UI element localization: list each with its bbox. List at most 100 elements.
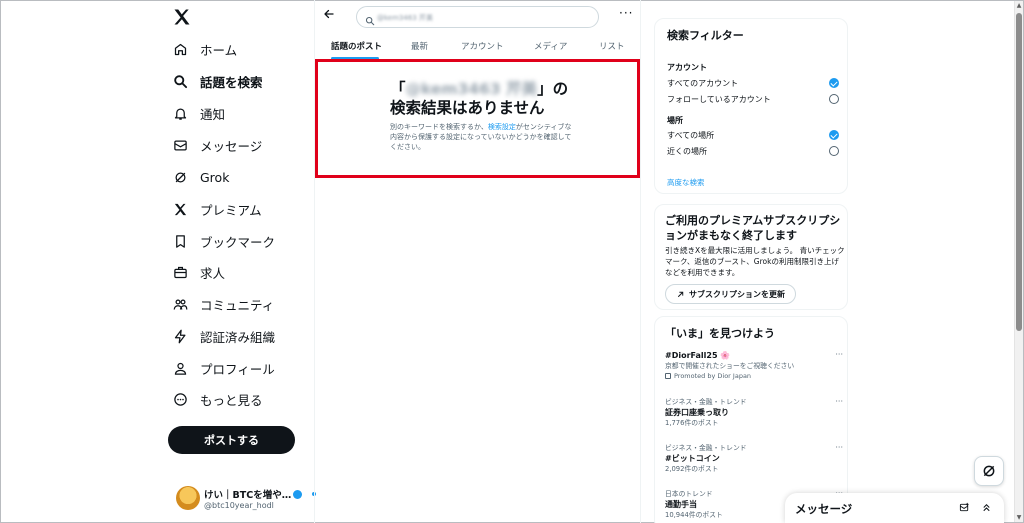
scroll-down-arrow-icon[interactable]: ▼ xyxy=(1015,514,1023,521)
filter-title: 検索フィルター xyxy=(667,29,744,42)
trend-name: #ビットコイン xyxy=(665,454,720,463)
people-icon xyxy=(172,296,188,312)
nav-item-grok[interactable]: Grok xyxy=(172,165,229,189)
nav-item-bookmarks[interactable]: ブックマーク xyxy=(172,229,275,253)
nav-item-messages[interactable]: メッセージ xyxy=(172,133,262,157)
trend-category: ビジネス・金融・トレンド xyxy=(665,398,747,406)
grok-floating-button[interactable] xyxy=(974,456,1004,486)
nav-item-communities[interactable]: コミュニティ xyxy=(172,292,274,316)
trend-item[interactable]: ビジネス・金融・トレンド #ビットコイン 2,092件のポスト ··· xyxy=(665,443,843,474)
trend-desc: 京都で開催されたショーをご視聴ください xyxy=(665,362,795,370)
grok-icon xyxy=(983,465,995,477)
renew-subscription-button[interactable]: サブスクリプションを更新 xyxy=(665,284,796,304)
premium-description: 引き続きXを最大限に活用しましょう。 青いチェックマーク、返信のブースト、Gro… xyxy=(665,246,845,277)
nav-label: 話題を検索 xyxy=(200,74,263,90)
back-arrow-icon[interactable] xyxy=(323,8,335,24)
trend-name: 証券口座乗っ取り xyxy=(665,408,729,417)
filter-following-accounts[interactable]: フォローしているアカウント xyxy=(667,94,839,106)
title-bracket-close: 」の xyxy=(537,80,569,98)
title-line2: 検索結果はありません xyxy=(390,99,545,117)
trend-more-icon[interactable]: ··· xyxy=(835,397,843,406)
more-options-icon[interactable]: ··· xyxy=(619,6,633,20)
promoted-label: Promoted by Dior Japan xyxy=(665,371,843,381)
nav-label: 求人 xyxy=(200,265,226,281)
nav-item-more[interactable]: もっと見る xyxy=(172,387,263,411)
account-name: けい｜BTCを増や… xyxy=(204,490,292,501)
x-logo-icon xyxy=(172,201,188,217)
x-logo-icon[interactable] xyxy=(172,7,192,27)
title-bracket-open: 「 xyxy=(390,80,406,98)
nav-item-profile[interactable]: プロフィール xyxy=(172,356,275,380)
filter-all-accounts[interactable]: すべてのアカウント xyxy=(667,78,839,90)
account-switcher[interactable]: けい｜BTCを増や… @btc10year_hodl xyxy=(172,483,316,515)
search-input[interactable]: @kem3463 芹美 xyxy=(356,6,599,28)
account-heading: アカウント xyxy=(667,63,707,72)
option-label: すべての場所 xyxy=(667,131,715,140)
option-label: 近くの場所 xyxy=(667,147,707,156)
nav-label: ホーム xyxy=(200,42,238,58)
title-query: @kem3463 芹美 xyxy=(405,80,538,98)
nav-item-home[interactable]: ホーム xyxy=(172,37,237,61)
tab-top[interactable]: 話題のポスト xyxy=(331,40,382,52)
new-message-icon[interactable] xyxy=(959,502,970,513)
briefcase-icon xyxy=(172,264,188,280)
tab-lists[interactable]: リスト xyxy=(599,40,625,52)
nav-label: もっと見る xyxy=(200,392,263,408)
nav-label: ブックマーク xyxy=(200,234,276,250)
nav-item-verified-orgs[interactable]: 認証済み組織 xyxy=(172,324,275,348)
scroll-up-arrow-icon[interactable]: ▲ xyxy=(1015,2,1023,9)
arrow-up-right-icon xyxy=(677,291,684,297)
trends-card: 「いま」を見つけよう #DiorFall25 🌸 京都で開催されたショーをご視聴… xyxy=(654,316,848,523)
bookmark-icon xyxy=(172,233,188,249)
nav-label: コミュニティ xyxy=(200,297,275,313)
desc-text: 別のキーワードを検索するか、 xyxy=(390,123,488,131)
verified-badge-icon xyxy=(293,490,303,499)
trend-more-icon[interactable]: ··· xyxy=(835,350,843,359)
nav-item-notifications[interactable]: 通知 xyxy=(172,101,225,125)
messages-drawer-title: メッセージ xyxy=(795,502,853,516)
tab-people[interactable]: アカウント xyxy=(461,40,504,52)
radio-empty-icon[interactable] xyxy=(829,94,839,104)
nav-label: 認証済み組織 xyxy=(200,329,276,345)
nav-label: メッセージ xyxy=(200,138,263,154)
search-icon xyxy=(365,11,375,30)
left-nav: ホーム 話題を検索 通知 メッセージ Grok プレミアム ブックマーク 求人 … xyxy=(160,0,316,523)
empty-state-highlight: 「@kem3463 芹美」の 検索結果はありません 別のキーワードを検索するか、… xyxy=(315,59,640,178)
trend-count: 2,092件のポスト xyxy=(665,465,719,473)
home-icon xyxy=(172,41,188,57)
tab-latest[interactable]: 最新 xyxy=(411,40,428,52)
filter-near-you[interactable]: 近くの場所 xyxy=(667,146,839,158)
post-button[interactable]: ポストする xyxy=(168,426,295,454)
premium-title: ご利用のプレミアムサブスクリプションがまもなく終了します xyxy=(665,214,841,242)
tab-media[interactable]: メディア xyxy=(534,40,567,52)
trend-more-icon[interactable]: ··· xyxy=(835,443,843,452)
scrollbar-thumb[interactable] xyxy=(1016,13,1022,331)
nav-item-premium[interactable]: プレミアム xyxy=(172,197,262,221)
trend-item[interactable]: ビジネス・金融・トレンド 証券口座乗っ取り 1,776件のポスト ··· xyxy=(665,397,843,428)
nav-label: 通知 xyxy=(200,106,226,122)
filter-anywhere[interactable]: すべての場所 xyxy=(667,130,839,142)
location-heading: 場所 xyxy=(667,116,683,125)
trends-title: 「いま」を見つけよう xyxy=(665,327,775,340)
search-settings-link[interactable]: 検索設定 xyxy=(488,123,516,131)
nav-label: Grok xyxy=(200,169,230,185)
trend-item[interactable]: #DiorFall25 🌸 京都で開催されたショーをご視聴ください Promot… xyxy=(665,350,843,381)
nav-label: プレミアム xyxy=(200,202,262,218)
main-column: @kem3463 芹美 ··· 話題のポスト 最新 アカウント メディア リスト… xyxy=(314,0,641,523)
right-sidebar: 検索フィルター アカウント すべてのアカウント フォローしているアカウント 場所… xyxy=(654,0,848,523)
renew-label: サブスクリプションを更新 xyxy=(689,289,785,299)
chevron-double-up-icon[interactable] xyxy=(981,502,992,513)
radio-checked-icon[interactable] xyxy=(829,130,839,140)
search-tabs: 話題のポスト 最新 アカウント メディア リスト xyxy=(315,34,641,60)
nav-item-jobs[interactable]: 求人 xyxy=(172,260,225,284)
grok-icon xyxy=(172,169,188,185)
page-scrollbar[interactable]: ▲ ▼ xyxy=(1014,1,1023,522)
premium-card: ご利用のプレミアムサブスクリプションがまもなく終了します 引き続きXを最大限に活… xyxy=(654,204,848,310)
messages-drawer[interactable]: メッセージ xyxy=(785,493,1004,523)
search-filter-card: 検索フィルター アカウント すべてのアカウント フォローしているアカウント 場所… xyxy=(654,18,848,194)
radio-empty-icon[interactable] xyxy=(829,146,839,156)
lightning-icon xyxy=(172,328,188,344)
nav-item-explore[interactable]: 話題を検索 xyxy=(172,69,263,93)
advanced-search-link[interactable]: 高度な検索 xyxy=(667,177,705,188)
radio-checked-icon[interactable] xyxy=(829,78,839,88)
